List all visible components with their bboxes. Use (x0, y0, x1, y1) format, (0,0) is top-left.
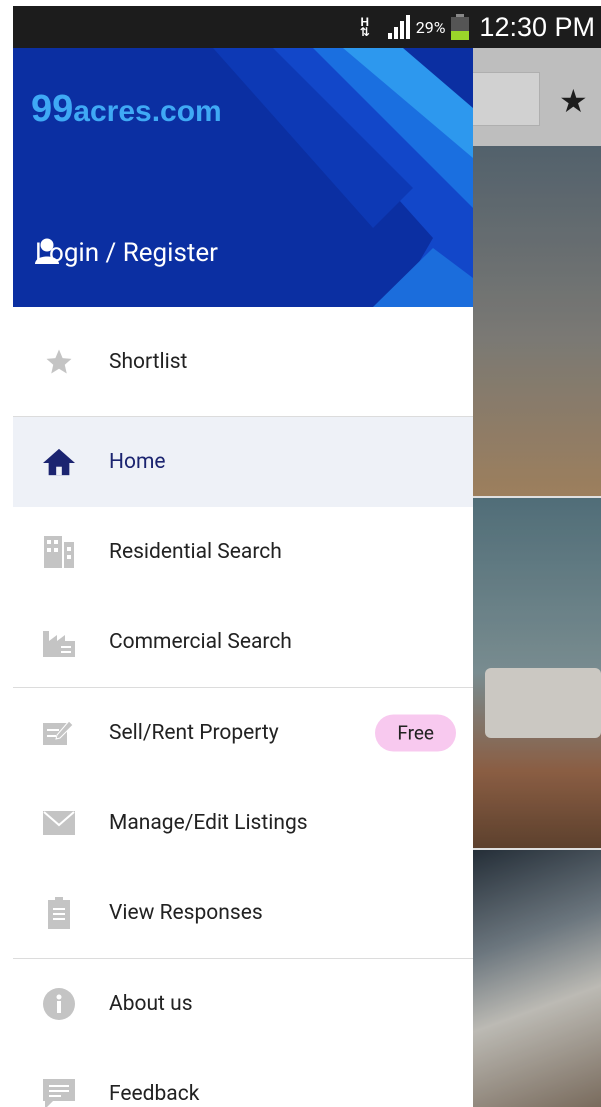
drawer-menu: Shortlist Home Residential Search Commer… (13, 307, 473, 1107)
menu-item-shortlist[interactable]: Shortlist (13, 307, 473, 416)
app-logo: 99acres.com (31, 88, 222, 130)
home-icon (43, 446, 75, 478)
document-icon (43, 897, 75, 929)
login-label: Login / Register (35, 238, 218, 268)
drawer-header: 99acres.com Login / Register (13, 48, 473, 307)
star-icon (43, 346, 75, 378)
free-badge: Free (375, 714, 456, 752)
menu-item-feedback[interactable]: Feedback (13, 1049, 473, 1107)
clock: 12:30 PM (479, 11, 595, 42)
background-content: ★ (473, 48, 601, 1107)
menu-item-home[interactable]: Home (13, 417, 473, 507)
menu-item-view-responses[interactable]: View Responses (13, 868, 473, 958)
chat-icon (43, 1078, 75, 1107)
signal-icon (387, 15, 410, 39)
status-bar: H ⇅ 29% 12:30 PM (13, 6, 601, 48)
building-icon (43, 536, 75, 568)
menu-item-commercial-search[interactable]: Commercial Search (13, 597, 473, 687)
envelope-icon (43, 807, 75, 839)
battery-icon (451, 14, 470, 40)
user-icon (35, 238, 59, 264)
scrim[interactable] (473, 48, 601, 1107)
login-register-link[interactable]: Login / Register (35, 238, 218, 268)
network-type-icon: H ⇅ (359, 15, 370, 39)
navigation-drawer: 99acres.com Login / Register Shortlist H… (13, 48, 473, 1107)
header-background (13, 48, 473, 307)
edit-icon (43, 717, 75, 749)
menu-item-sell-rent-property[interactable]: Sell/Rent Property Free (13, 688, 473, 778)
factory-icon (43, 626, 75, 658)
menu-item-residential-search[interactable]: Residential Search (13, 507, 473, 597)
info-icon (43, 988, 75, 1020)
menu-item-about-us[interactable]: About us (13, 959, 473, 1049)
menu-item-manage-edit-listings[interactable]: Manage/Edit Listings (13, 778, 473, 868)
battery-percent: 29% (415, 17, 446, 37)
